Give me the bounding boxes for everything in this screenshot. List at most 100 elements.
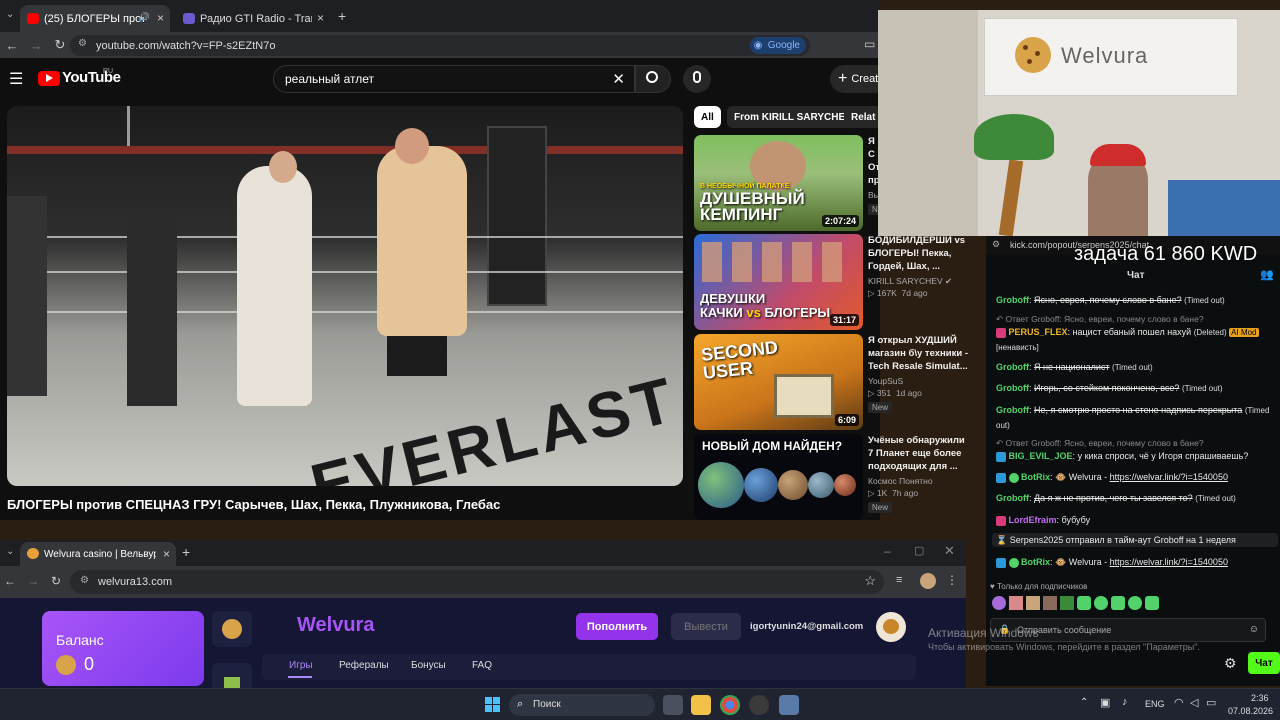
media-control-icon[interactable]: ≡ (896, 574, 902, 586)
emote-icon[interactable] (1043, 596, 1057, 610)
back-icon[interactable]: ← (4, 574, 16, 588)
close-icon[interactable]: × (157, 11, 164, 25)
chat-send-button[interactable]: Чат (1248, 652, 1280, 674)
tab-welvura[interactable]: Welvura casino | Вельвура кази × (20, 542, 176, 566)
chip-related[interactable]: Relat (844, 106, 883, 128)
reload-icon[interactable]: ↻ (48, 37, 72, 53)
emote-icon[interactable] (1111, 596, 1125, 610)
chat-link[interactable]: https://welvar.link/?i=1540050 (1110, 557, 1228, 567)
tab-radio[interactable]: Радио GTI Radio - Trance - слуш × (176, 5, 330, 32)
chrome-icon[interactable] (720, 695, 740, 715)
users-icon[interactable]: 👥 (1260, 268, 1274, 281)
recommendation-item[interactable]: НОВЫЙ ДОМ НАЙДЕН? Учёные обнаружили 7 Пл… (694, 434, 965, 520)
close-icon[interactable]: × (317, 11, 324, 25)
new-tab-button[interactable]: + (338, 8, 346, 24)
google-lens-badge[interactable]: ◉ Google (749, 37, 806, 54)
site-info-icon[interactable]: ⚙ (80, 575, 89, 586)
emote-icon[interactable] (1145, 596, 1159, 610)
chat-username[interactable]: BotRix (1021, 557, 1050, 567)
speaker-icon[interactable]: 🔊 (139, 12, 150, 23)
task-view-icon[interactable] (663, 695, 683, 715)
withdraw-button[interactable]: Вывести (671, 613, 741, 640)
chat-username[interactable]: PERUS_FLEX (1009, 327, 1068, 337)
window-close-icon[interactable]: ✕ (944, 543, 955, 559)
network-tray-icon[interactable]: ▣ (1100, 696, 1110, 709)
recommendation-item[interactable]: SECOND USER 6:09 Я открыл ХУДШИЙ магазин … (694, 334, 968, 430)
chat-link[interactable]: https://welvar.link/?i=1540050 (1110, 472, 1228, 482)
battery-icon[interactable]: ▭ (1206, 696, 1216, 709)
maximize-icon[interactable]: ▢ (914, 544, 924, 557)
profile-avatar[interactable] (920, 573, 936, 589)
search-button[interactable] (635, 65, 671, 93)
forward-icon[interactable]: → (24, 38, 48, 53)
emote-icon[interactable] (1077, 596, 1091, 610)
emote-icon[interactable] (992, 596, 1006, 610)
chip-from-channel[interactable]: From KIRILL SARYCHEV (727, 106, 859, 128)
input-language[interactable]: ENG (1145, 699, 1165, 709)
taskbar-search[interactable]: ⌕ Поиск (509, 694, 655, 716)
video-player[interactable]: EVERLAST (7, 106, 683, 486)
new-tab-button[interactable]: + (182, 544, 190, 560)
settings-gear-icon[interactable]: ⚙ (1224, 655, 1237, 672)
chat-username[interactable]: Groboff (996, 493, 1029, 503)
deposit-button[interactable]: Пополнить (576, 613, 658, 640)
notepad-icon[interactable] (779, 695, 799, 715)
recommendation-item[interactable]: В НЕОБЫЧНОЙ ПАЛАТКЕ ДУШЕВНЫЙ КЕМПИНГ 2:07… (694, 135, 880, 231)
close-icon[interactable]: × (163, 547, 170, 561)
cookie-tile[interactable] (212, 611, 252, 647)
mic-tray-icon[interactable]: ♪ (1122, 696, 1128, 708)
nav-referrals[interactable]: Рефералы (339, 660, 389, 671)
video-thumbnail[interactable]: SECOND USER 6:09 (694, 334, 863, 430)
tab-list-chevron-icon[interactable]: ⌄ (6, 546, 14, 557)
video-thumbnail[interactable]: ДЕВУШКИ КАЧКИ vs БЛОГЕРЫ 31:17 (694, 234, 863, 330)
nav-games[interactable]: Игры (289, 660, 313, 671)
emote-icon[interactable] (1128, 596, 1142, 610)
chat-username[interactable]: Groboff (996, 295, 1029, 305)
video-thumbnail[interactable]: В НЕОБЫЧНОЙ ПАЛАТКЕ ДУШЕВНЫЙ КЕМПИНГ 2:07… (694, 135, 863, 231)
emote-icon[interactable] (1060, 596, 1074, 610)
obs-icon[interactable] (749, 695, 769, 715)
video-thumbnail[interactable]: НОВЫЙ ДОМ НАЙДЕН? (694, 434, 863, 520)
chat-username[interactable]: BIG_EVIL_JOE (1009, 451, 1073, 461)
clear-search-icon[interactable]: ✕ (612, 70, 625, 88)
chat-username[interactable]: Groboff (996, 405, 1029, 415)
file-explorer-icon[interactable] (691, 695, 711, 715)
tab-youtube[interactable]: (25) БЛОГЕРЫ против СПЕЦ 🔊 × (20, 5, 170, 32)
chat-username[interactable]: LordEfraim (1009, 515, 1057, 525)
chat-username[interactable]: BotRix (1021, 472, 1050, 482)
clock-time[interactable]: 2:36 (1251, 693, 1269, 703)
emoji-icon[interactable]: ☺ (1249, 624, 1259, 635)
bookmark-star-icon[interactable]: ☆ (864, 573, 876, 589)
url-bar[interactable]: ⚙ youtube.com/watch?v=FP-s2EZtN7o ◉ Goog… (70, 35, 810, 56)
emote-icon[interactable] (1026, 596, 1040, 610)
tab-list-chevron-icon[interactable]: ⌄ (6, 9, 14, 20)
brand-logo[interactable]: Welvura (297, 614, 374, 637)
nav-faq[interactable]: FAQ (472, 660, 492, 671)
nav-bonuses[interactable]: Бонусы (411, 660, 446, 671)
emote-icon[interactable] (1009, 596, 1023, 610)
tray-chevron-icon[interactable]: ⌃ (1080, 697, 1088, 708)
reload-icon[interactable]: ↻ (51, 574, 61, 588)
url-bar[interactable]: ⚙ welvura13.com ☆ (70, 570, 884, 594)
youtube-logo-icon[interactable] (38, 71, 60, 86)
site-info-icon[interactable]: ⚙ (78, 38, 87, 49)
chat-username[interactable]: Groboff (996, 362, 1029, 372)
voice-search-button[interactable] (683, 65, 711, 93)
wifi-icon[interactable]: ◠ (1174, 696, 1184, 709)
chip-all[interactable]: All (694, 106, 721, 128)
emote-icon[interactable] (1094, 596, 1108, 610)
back-icon[interactable]: ← (0, 38, 24, 53)
user-avatar[interactable] (876, 612, 906, 642)
clock-date[interactable]: 07.08.2026 (1228, 706, 1273, 716)
chat-username[interactable]: Groboff (996, 383, 1029, 393)
menu-icon[interactable]: ☰ (9, 69, 23, 89)
minimize-icon[interactable]: – (884, 544, 891, 558)
recommendation-item[interactable]: ДЕВУШКИ КАЧКИ vs БЛОГЕРЫ 31:17 БОДИБИЛДЕР… (694, 234, 965, 330)
volume-icon[interactable]: ◁ (1190, 696, 1198, 709)
forward-icon[interactable]: → (27, 574, 39, 588)
cast-icon[interactable]: ▭ (864, 37, 875, 51)
more-menu-icon[interactable]: ⋮ (946, 573, 958, 587)
search-input[interactable]: реальный атлет ✕ (273, 65, 635, 93)
start-button[interactable] (483, 695, 503, 715)
gift-tile[interactable] (212, 663, 252, 688)
